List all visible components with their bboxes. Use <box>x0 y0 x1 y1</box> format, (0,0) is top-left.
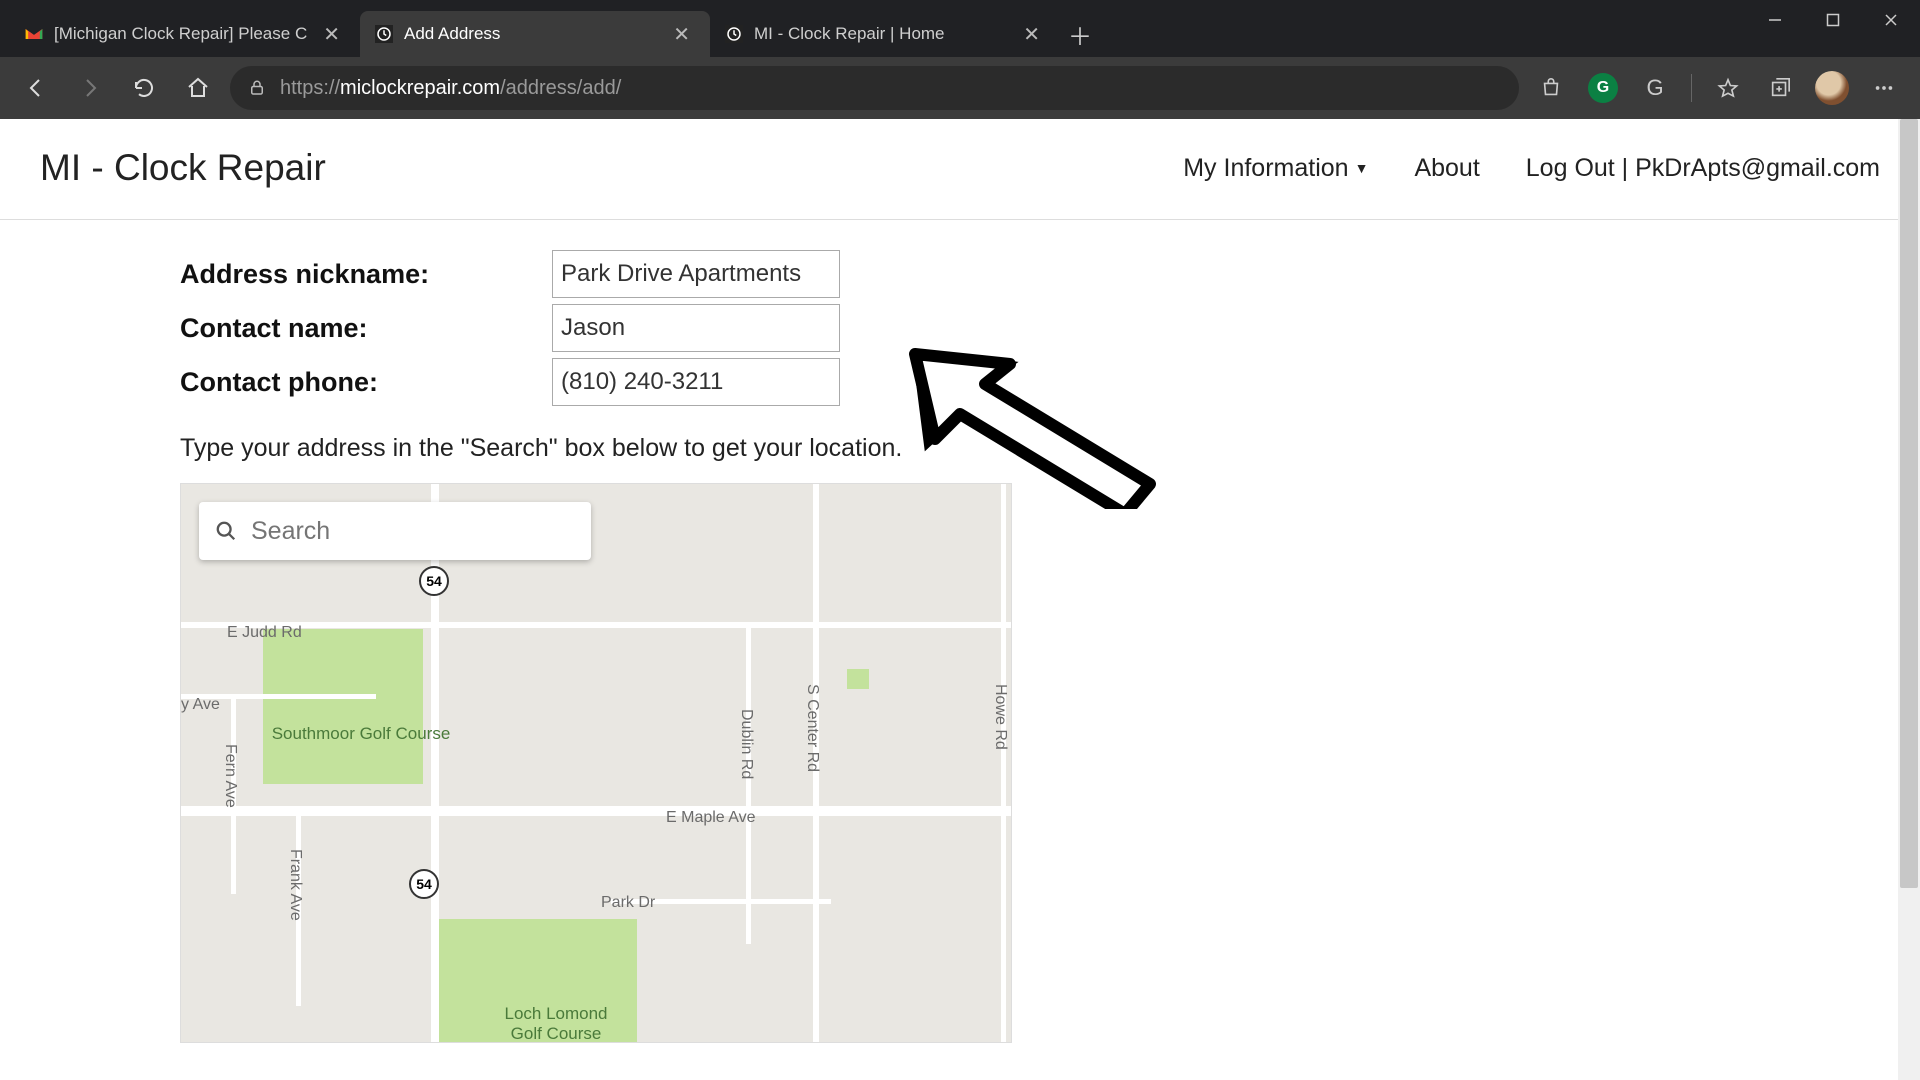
road-dublin <box>746 624 751 944</box>
label-maple: E Maple Ave <box>666 809 756 827</box>
close-icon[interactable]: ✕ <box>317 20 346 49</box>
collections-button[interactable] <box>1758 66 1802 110</box>
scrollbar-thumb[interactable] <box>1900 119 1918 888</box>
tab-gmail[interactable]: [Michigan Clock Repair] Please C ✕ <box>10 11 360 57</box>
route-badge-54-top: 54 <box>419 566 449 596</box>
window-controls <box>1746 0 1920 40</box>
nickname-label: Address nickname: <box>180 259 552 290</box>
forward-button[interactable] <box>68 66 112 110</box>
browser-titlebar: [Michigan Clock Repair] Please C ✕ Add A… <box>0 0 1920 57</box>
site-header: MI - Clock Repair My Information ▼ About… <box>0 119 1920 220</box>
label-dublin: Dublin Rd <box>737 709 755 779</box>
url-text: https://miclockrepair.com/address/add/ <box>280 77 621 100</box>
nav-label: Log Out | PkDrApts@gmail.com <box>1526 154 1880 183</box>
label-scenter: S Center Rd <box>803 684 821 772</box>
row-nickname: Address nickname: <box>180 250 1920 298</box>
profile-button[interactable] <box>1810 66 1854 110</box>
lock-icon <box>248 79 266 97</box>
label-frank: Frank Ave <box>286 849 304 921</box>
nickname-input[interactable] <box>552 250 840 298</box>
nav-my-information[interactable]: My Information ▼ <box>1183 154 1368 183</box>
google-search-icon[interactable]: G <box>1633 66 1677 110</box>
gmail-icon <box>24 24 44 44</box>
label-yave: y Ave <box>181 696 220 714</box>
contact-name-label: Contact name: <box>180 313 552 344</box>
road-maple <box>181 806 1012 816</box>
tab-title: Add Address <box>404 24 657 44</box>
route-badge-54-bottom: 54 <box>409 869 439 899</box>
close-icon[interactable]: ✕ <box>1017 20 1046 49</box>
site-nav: My Information ▼ About Log Out | PkDrApt… <box>1183 154 1880 183</box>
toolbar-right: G G <box>1529 66 1906 110</box>
favorites-button[interactable] <box>1706 66 1750 110</box>
maximize-button[interactable] <box>1804 0 1862 40</box>
label-fern: Fern Ave <box>221 744 239 808</box>
browser-toolbar: https://miclockrepair.com/address/add/ G… <box>0 57 1920 119</box>
tab-strip: [Michigan Clock Repair] Please C ✕ Add A… <box>10 11 1100 57</box>
back-button[interactable] <box>14 66 58 110</box>
tab-title: MI - Clock Repair | Home <box>754 24 1007 44</box>
road-howe <box>1001 484 1006 1043</box>
home-button[interactable] <box>176 66 220 110</box>
contact-name-input[interactable] <box>552 304 840 352</box>
tab-home[interactable]: MI - Clock Repair | Home ✕ <box>710 11 1060 57</box>
address-bar[interactable]: https://miclockrepair.com/address/add/ <box>230 66 1519 110</box>
chevron-down-icon: ▼ <box>1355 160 1369 176</box>
close-window-button[interactable] <box>1862 0 1920 40</box>
label-judd: E Judd Rd <box>227 624 302 642</box>
nav-label: My Information <box>1183 154 1348 183</box>
minimize-button[interactable] <box>1746 0 1804 40</box>
nav-about[interactable]: About <box>1414 154 1479 183</box>
vertical-scrollbar[interactable] <box>1898 119 1920 1080</box>
label-southmoor: Southmoor Golf Course <box>241 724 481 744</box>
grammarly-icon[interactable]: G <box>1581 66 1625 110</box>
avatar <box>1815 71 1849 105</box>
site-brand[interactable]: MI - Clock Repair <box>40 147 326 189</box>
toolbar-divider <box>1691 74 1692 102</box>
contact-phone-input[interactable] <box>552 358 840 406</box>
label-loch: Loch Lomond Golf Course <box>471 1004 641 1043</box>
tab-title: [Michigan Clock Repair] Please C <box>54 24 307 44</box>
menu-button[interactable] <box>1862 66 1906 110</box>
shopping-icon[interactable] <box>1529 66 1573 110</box>
clock-icon <box>724 24 744 44</box>
map-search-box[interactable] <box>199 502 591 560</box>
page-viewport: MI - Clock Repair My Information ▼ About… <box>0 119 1920 1080</box>
park-small <box>847 669 869 689</box>
clock-icon <box>374 24 394 44</box>
tab-add-address[interactable]: Add Address ✕ <box>360 11 710 57</box>
close-icon[interactable]: ✕ <box>667 20 696 49</box>
annotation-arrow <box>900 339 1160 509</box>
new-tab-button[interactable]: ＋ <box>1060 11 1100 57</box>
nav-label: About <box>1414 154 1479 183</box>
road-judd <box>181 622 1012 628</box>
refresh-button[interactable] <box>122 66 166 110</box>
search-icon <box>215 520 237 542</box>
map-search-input[interactable] <box>251 517 575 546</box>
contact-phone-label: Contact phone: <box>180 367 552 398</box>
map[interactable]: E Judd Rd y Ave Southmoor Golf Course Fe… <box>180 483 1012 1043</box>
label-howe: Howe Rd <box>991 684 1009 750</box>
nav-logout[interactable]: Log Out | PkDrApts@gmail.com <box>1526 154 1880 183</box>
label-parkdr: Park Dr <box>601 894 655 912</box>
